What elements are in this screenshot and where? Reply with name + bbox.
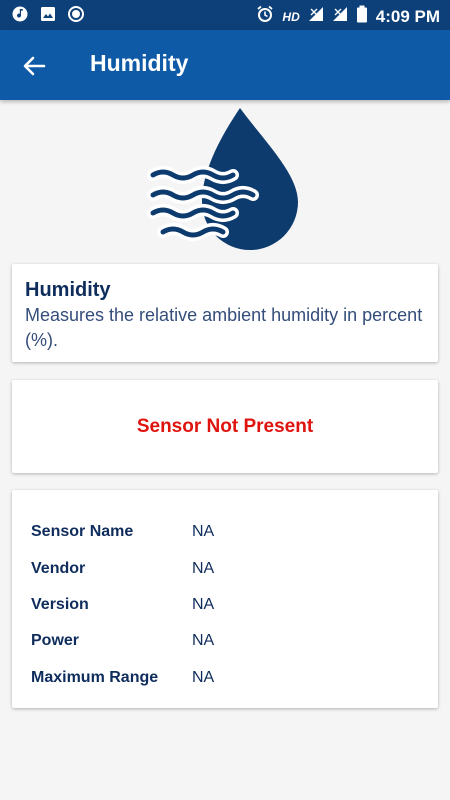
sensor-title: Humidity	[25, 279, 111, 301]
status-bar-right: HD 4:09 PM	[256, 5, 440, 28]
arrow-back-icon	[23, 56, 46, 76]
detail-row-power: Power NA	[31, 632, 421, 656]
detail-label: Sensor Name	[31, 523, 134, 540]
humidity-drop-icon	[145, 104, 305, 254]
detail-value: NA	[192, 632, 215, 649]
detail-value: NA	[192, 596, 215, 613]
detail-label: Vendor	[31, 560, 86, 577]
clock: 4:09 PM	[375, 6, 440, 26]
hd-indicator: HD	[282, 9, 300, 24]
status-bar: HD 4:09 PM	[0, 0, 450, 30]
detail-value: NA	[192, 523, 215, 540]
signal-icon	[332, 6, 348, 27]
detail-value: NA	[192, 560, 215, 577]
status-bar-left	[12, 6, 84, 27]
detail-label: Power	[31, 632, 80, 649]
detail-value: NA	[192, 669, 215, 686]
alarm-icon	[256, 5, 274, 28]
detail-row-vendor: Vendor NA	[31, 560, 421, 584]
image-icon	[40, 6, 56, 27]
detail-label: Maximum Range	[31, 669, 159, 686]
detail-row-sensor-name: Sensor Name NA	[31, 523, 421, 547]
detail-row-maximum-range: Maximum Range NA	[31, 669, 421, 693]
app-bar: Humidity	[0, 30, 450, 100]
detail-label: Version	[31, 596, 89, 613]
music-note-icon	[12, 6, 28, 27]
sensor-info-card: Humidity Measures the relative ambient h…	[12, 264, 438, 362]
page-title: Humidity	[90, 50, 189, 76]
circle-icon	[68, 6, 84, 27]
sensor-status-text: Sensor Not Present	[136, 416, 314, 437]
sensor-status-card: Sensor Not Present	[12, 380, 438, 473]
sensor-details-card: Sensor Name NA Vendor NA Version NA Powe…	[12, 490, 438, 708]
back-button[interactable]	[18, 50, 50, 82]
detail-row-version: Version NA	[31, 596, 421, 620]
sensor-description: Measures the relative ambient humidity i…	[25, 305, 423, 350]
signal-icon	[308, 6, 324, 27]
battery-icon	[356, 5, 368, 28]
